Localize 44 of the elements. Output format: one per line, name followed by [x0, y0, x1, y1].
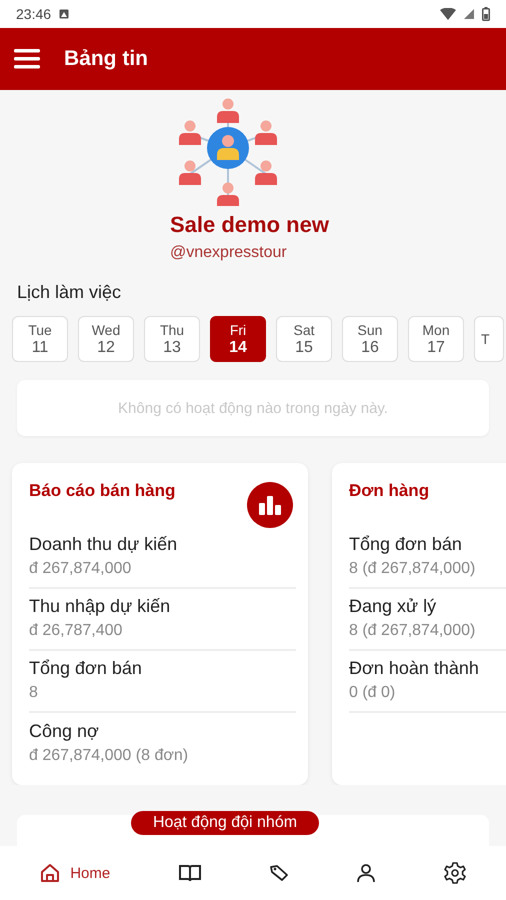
status-time: 23:46	[16, 6, 52, 22]
team-activity-button[interactable]: Hoạt động đội nhóm	[130, 811, 320, 835]
menu-icon	[14, 49, 40, 69]
profile-name: Sale demo new	[170, 212, 329, 238]
signal-icon	[464, 9, 474, 19]
stat-label: Thu nhập dự kiến	[29, 596, 172, 617]
stat-label: Doanh thu dự kiến	[29, 534, 178, 555]
stat-value: 8 (đ 267,874,000)	[349, 622, 476, 640]
book-icon	[178, 864, 201, 882]
stat-label: Đơn hoàn thành	[349, 658, 480, 679]
bar-chart-icon	[258, 495, 282, 515]
day-tab[interactable]: Thu 13	[144, 316, 200, 362]
home-icon	[40, 863, 60, 883]
chart-button[interactable]	[247, 482, 293, 528]
notification-icon	[59, 9, 70, 19]
day-tab[interactable]: Wed 12	[78, 316, 134, 362]
battery-icon	[482, 7, 490, 21]
stat-label: Công nợ	[29, 721, 100, 742]
stat-value: 0 (đ 0)	[349, 684, 396, 702]
stat-label: Đang xử lý	[349, 596, 438, 617]
stat-value: 8	[29, 684, 39, 702]
card-title: Báo cáo bán hàng	[29, 481, 176, 501]
stat-value: 8 (đ 267,874,000)	[349, 560, 476, 578]
day-tab[interactable]: T	[474, 316, 504, 362]
settings-icon	[444, 862, 466, 884]
nav-item[interactable]: Home	[36, 859, 114, 887]
app-title: Bảng tin	[64, 47, 148, 71]
card-title: Đơn hàng	[349, 481, 430, 501]
day-tab[interactable]: Fri 14	[210, 316, 266, 362]
stat-value: đ 267,874,000 (8 đơn)	[29, 747, 190, 765]
wifi-icon	[440, 8, 456, 20]
day-tab[interactable]: Sun 16	[342, 316, 398, 362]
stat-label: Tổng đơn bán	[349, 534, 463, 555]
profile-handle: @vnexpresstour	[170, 244, 288, 262]
stat-label: Tổng đơn bán	[29, 658, 143, 679]
stat-value: đ 267,874,000	[29, 560, 132, 578]
day-tab[interactable]: Tue 11	[12, 316, 68, 362]
tag-icon	[268, 864, 289, 882]
menu-button[interactable]	[12, 47, 42, 71]
stat-value: đ 26,787,400	[29, 622, 124, 640]
day-tab[interactable]: Mon 17	[408, 316, 464, 362]
day-tab[interactable]: Sat 15	[276, 316, 332, 362]
section-title: Lịch làm việc	[17, 282, 122, 303]
person-icon	[357, 863, 376, 883]
